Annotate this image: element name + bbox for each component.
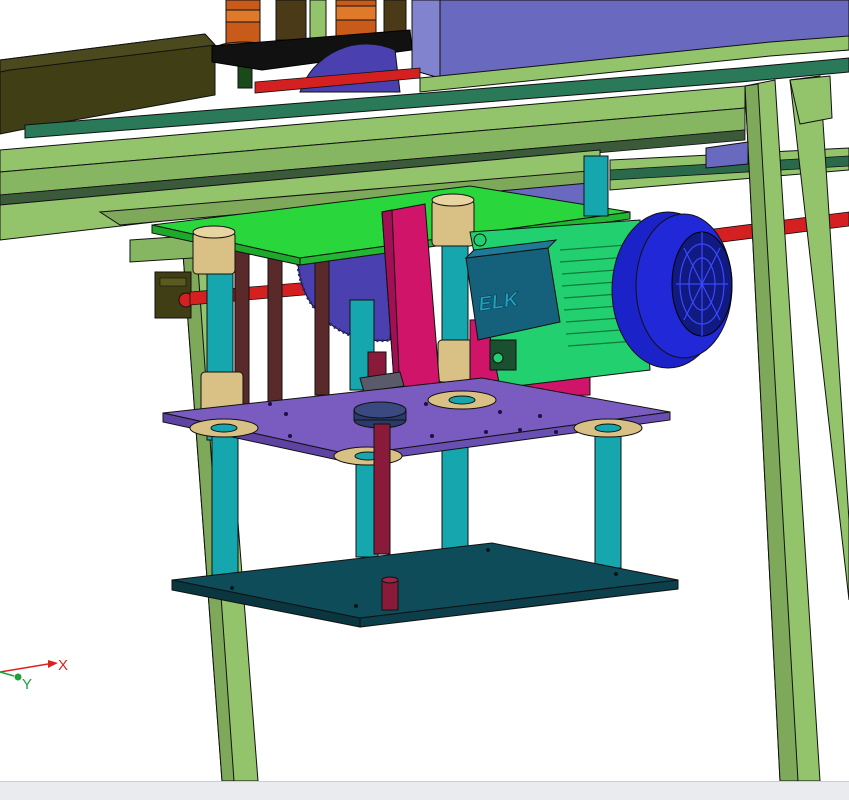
limit-switch[interactable]	[154, 271, 194, 319]
3d-model-viewport[interactable]: ELK X Y	[0, 0, 849, 781]
assembly-scene[interactable]: ELK X Y	[0, 0, 849, 781]
triad-y-arrow	[14, 673, 22, 681]
top-carriage-block-side	[411, 0, 441, 79]
status-bar	[0, 781, 849, 800]
motor-bolt-1	[473, 233, 487, 247]
lead-screw-lower[interactable]	[381, 579, 399, 611]
motor-fan-cover[interactable]	[611, 211, 733, 369]
coordinate-triad: X Y	[0, 657, 68, 693]
triad-x-axis	[0, 663, 49, 673]
motor-bolt-2	[492, 352, 504, 364]
triad-x-arrow	[48, 660, 58, 668]
right-arm-clamp[interactable]	[705, 141, 749, 169]
triad-y-label: Y	[22, 676, 32, 693]
triad-x-label: X	[58, 657, 68, 674]
lead-screw[interactable]	[373, 423, 391, 555]
triad-y-axis	[0, 671, 15, 677]
